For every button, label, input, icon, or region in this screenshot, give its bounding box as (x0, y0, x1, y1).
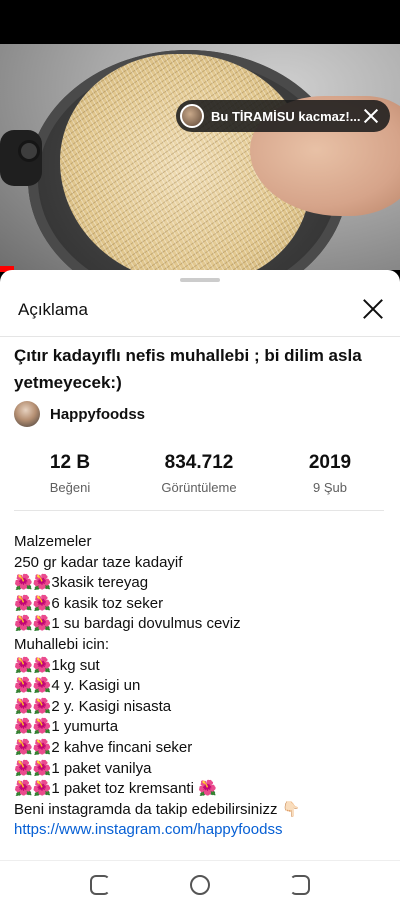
promo-avatar (180, 104, 204, 128)
divider (14, 510, 384, 511)
upload-date: 9 Şub (313, 480, 347, 495)
description-line: 🌺🌺1 su bardagi dovulmus ceviz (14, 615, 241, 633)
description-line: 🌺🌺4 y. Kasigi un (14, 677, 141, 695)
sheet-header: Açıklama (0, 288, 400, 334)
divider (0, 336, 400, 337)
description-line: 🌺🌺2 kahve fincani seker (14, 738, 193, 756)
description-body: Malzemeler 250 gr kadar taze kadayif 🌺🌺3… (14, 532, 394, 841)
views-stat: 834.712 Görüntüleme (139, 452, 259, 495)
description-line: 250 gr kadar taze kadayif (14, 553, 183, 571)
description-line: 🌺🌺2 y. Kasigi nisasta (14, 697, 172, 715)
description-line: Muhallebi icin: (14, 635, 110, 653)
video-player[interactable]: Bu TİRAMİSU kacmaz!... (0, 44, 400, 270)
stats-row: 12 B Beğeni 834.712 Görüntüleme 2019 9 Ş… (0, 452, 400, 496)
promo-title: Bu TİRAMİSU kacmaz!... (211, 108, 360, 124)
video-frame-knob (18, 140, 40, 162)
description-line: 🌺🌺1kg sut (14, 656, 100, 674)
description-line: 🌺🌺3kasik tereyag (14, 574, 149, 592)
likes-label: Beğeni (49, 480, 91, 495)
avatar[interactable] (14, 401, 40, 427)
date-stat: 2019 9 Şub (270, 452, 390, 495)
description-line: Beni instagramda da takip edebilirsinizz… (14, 800, 301, 818)
description-line: 🌺🌺1 paket toz kremsanti 🌺 (14, 780, 217, 798)
channel-name[interactable]: Happyfoodss (50, 406, 145, 423)
description-line: Malzemeler (14, 533, 92, 550)
video-title: Çıtır kadayıflı nefis muhallebi ; bi dil… (14, 346, 362, 392)
views-count: 834.712 (164, 452, 234, 473)
drag-handle[interactable] (180, 278, 220, 282)
system-nav-bar (0, 860, 400, 911)
views-label: Görüntüleme (161, 480, 237, 495)
close-icon[interactable] (360, 296, 386, 322)
back-icon[interactable] (90, 875, 110, 895)
likes-count: 12 B (49, 452, 91, 473)
channel-row[interactable]: Happyfoodss (14, 401, 145, 427)
description-line: 🌺🌺1 yumurta (14, 718, 119, 736)
description-sheet: Açıklama Çıtır kadayıflı nefis muhallebi… (0, 270, 400, 860)
sheet-title: Açıklama (18, 300, 88, 319)
home-icon[interactable] (190, 875, 210, 895)
upload-year: 2019 (308, 452, 352, 473)
close-icon[interactable] (360, 105, 382, 127)
status-bar (0, 0, 400, 44)
description-line: 🌺🌺1 paket vanilya (14, 759, 152, 777)
promo-video-chip[interactable]: Bu TİRAMİSU kacmaz!... (176, 100, 390, 132)
description-line: 🌺🌺6 kasik toz seker (14, 594, 164, 612)
recent-apps-icon[interactable] (290, 875, 310, 895)
likes-stat: 12 B Beğeni (10, 452, 130, 495)
instagram-link[interactable]: https://www.instagram.com/happyfoodss (14, 820, 394, 841)
